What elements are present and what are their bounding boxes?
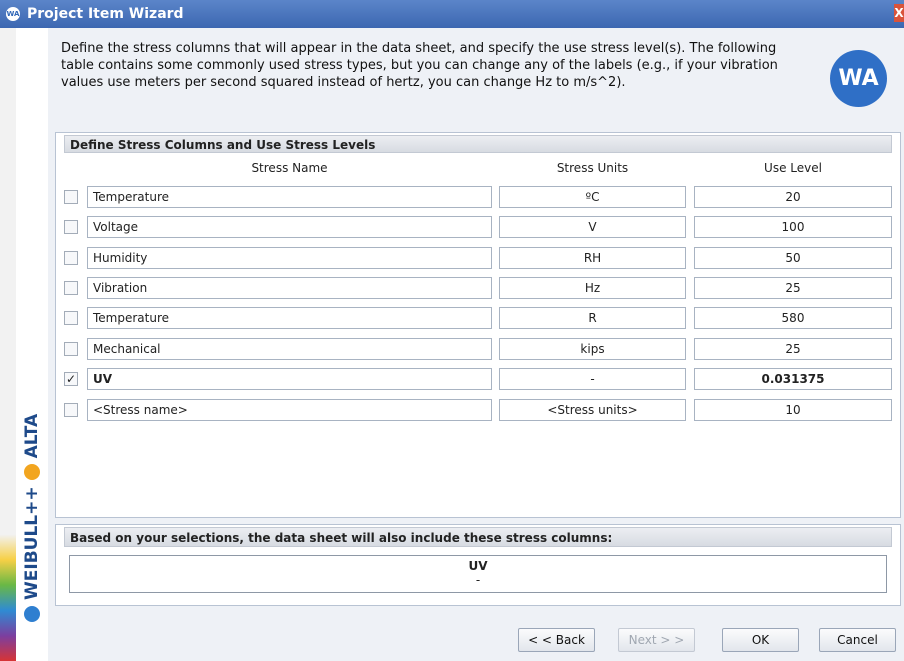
brand-logo: WEIBULL++ ALTA (22, 414, 42, 628)
stress-name-field[interactable]: Temperature (87, 307, 492, 329)
stress-name-field[interactable]: Vibration (87, 277, 492, 299)
wa-logo: WA (830, 50, 887, 107)
stress-columns-panel: Define Stress Columns and Use Stress Lev… (55, 132, 901, 518)
stress-checkbox[interactable] (64, 281, 78, 295)
alta-logo-icon (24, 464, 40, 481)
use-level-field[interactable]: 25 (694, 277, 892, 299)
stress-checkbox[interactable] (64, 342, 78, 356)
stress-checkbox[interactable] (64, 403, 78, 417)
stress-units-field[interactable]: <Stress units> (499, 399, 686, 421)
use-level-field[interactable]: 580 (694, 307, 892, 329)
stress-units-field[interactable]: ºC (499, 186, 686, 208)
title-bar: WA Project Item Wizard X (0, 0, 904, 28)
stress-units-field[interactable]: R (499, 307, 686, 329)
back-button[interactable]: < < Back (518, 628, 595, 652)
stress-units-field[interactable]: RH (499, 247, 686, 269)
use-level-field[interactable]: 20 (694, 186, 892, 208)
brand-sidebar: WEIBULL++ ALTA (0, 28, 48, 661)
stress-row: Mechanical kips 25 (56, 338, 900, 362)
stress-name-field[interactable]: <Stress name> (87, 399, 492, 421)
app-icon: WA (6, 7, 20, 21)
use-level-field[interactable]: 10 (694, 399, 892, 421)
column-header-stress-name: Stress Name (251, 161, 328, 175)
stress-row: Temperature R 580 (56, 307, 900, 331)
cancel-button[interactable]: Cancel (819, 628, 896, 652)
stress-name-field[interactable]: Mechanical (87, 338, 492, 360)
stress-units-field[interactable]: kips (499, 338, 686, 360)
use-level-field[interactable]: 100 (694, 216, 892, 238)
stress-name-field[interactable]: Voltage (87, 216, 492, 238)
stress-name-field[interactable]: UV (87, 368, 492, 390)
stress-units-field[interactable]: V (499, 216, 686, 238)
stress-panel-header: Define Stress Columns and Use Stress Lev… (64, 135, 892, 153)
summary-column-name: UV (468, 559, 488, 573)
stress-checkbox[interactable]: ✓ (64, 372, 78, 386)
stress-row: Temperature ºC 20 (56, 186, 900, 210)
summary-column-units: - (475, 573, 481, 587)
next-button[interactable]: Next > > (618, 628, 695, 652)
stress-units-field[interactable]: - (499, 368, 686, 390)
window-title: Project Item Wizard (27, 6, 184, 22)
stress-checkbox[interactable] (64, 311, 78, 325)
stress-row: Humidity RH 50 (56, 247, 900, 271)
wizard-content: Define the stress columns that will appe… (48, 28, 904, 661)
stress-row: Vibration Hz 25 (56, 277, 900, 301)
use-level-field[interactable]: 0.031375 (694, 368, 892, 390)
stress-units-field[interactable]: Hz (499, 277, 686, 299)
use-level-field[interactable]: 50 (694, 247, 892, 269)
use-level-field[interactable]: 25 (694, 338, 892, 360)
weibull-logo-icon (24, 606, 40, 622)
color-stripe (0, 28, 16, 661)
summary-columns-box: UV - (69, 555, 887, 593)
brand-weibull: WEIBULL++ (22, 486, 42, 600)
stress-checkbox[interactable] (64, 190, 78, 204)
description-text: Define the stress columns that will appe… (61, 41, 778, 90)
summary-panel-header: Based on your selections, the data sheet… (64, 527, 892, 547)
column-header-stress-units: Stress Units (556, 161, 629, 175)
close-button[interactable]: X (894, 4, 904, 22)
column-header-use-level: Use Level (764, 161, 822, 175)
stress-checkbox[interactable] (64, 251, 78, 265)
brand-alta: ALTA (22, 413, 42, 459)
summary-panel: Based on your selections, the data sheet… (55, 524, 901, 606)
stress-row: Voltage V 100 (56, 216, 900, 240)
stress-name-field[interactable]: Humidity (87, 247, 492, 269)
stress-row: <Stress name> <Stress units> 10 (56, 399, 900, 423)
ok-button[interactable]: OK (722, 628, 799, 652)
stress-checkbox[interactable] (64, 220, 78, 234)
stress-name-field[interactable]: Temperature (87, 186, 492, 208)
stress-row: ✓ UV - 0.031375 (56, 368, 900, 392)
